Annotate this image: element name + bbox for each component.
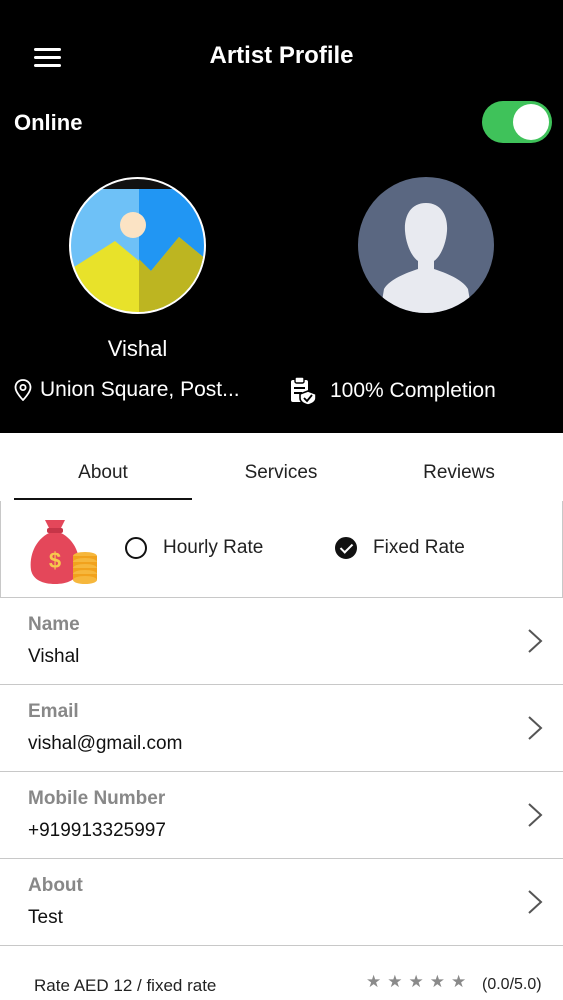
fixed-rate-option[interactable]: Fixed Rate <box>335 537 465 559</box>
active-tab-indicator <box>14 498 192 500</box>
fixed-rate-label: Fixed Rate <box>373 537 465 558</box>
completion-text: 100% Completion <box>330 379 496 402</box>
hourly-rate-label: Hourly Rate <box>163 537 264 558</box>
toggle-knob <box>513 104 549 140</box>
email-label: Email <box>28 701 79 722</box>
rate-footer: Rate AED 12 / fixed rate ★★★★★ (0.0/5.0) <box>0 945 563 1000</box>
svg-text:$: $ <box>49 548 61 573</box>
rate-text: Rate AED 12 / fixed rate <box>34 976 217 995</box>
profile-completion: 100% Completion <box>288 376 496 406</box>
about-value: Test <box>28 907 63 928</box>
image-placeholder-icon <box>71 179 204 312</box>
fixed-rate-radio[interactable] <box>335 537 357 559</box>
tab-reviews[interactable]: Reviews <box>370 433 548 501</box>
user-avatar[interactable] <box>358 177 494 313</box>
location: Union Square, Post... <box>14 378 240 402</box>
online-toggle[interactable] <box>482 101 552 143</box>
chevron-right-icon <box>528 803 543 827</box>
star-rating-icon: ★★★★★ <box>366 972 473 991</box>
money-bag-icon: $ <box>30 520 97 584</box>
artist-name: Vishal <box>107 336 168 361</box>
person-silhouette-icon <box>380 203 472 313</box>
name-label: Name <box>28 614 80 635</box>
location-pin-icon <box>14 379 32 401</box>
mobile-number-field[interactable]: Mobile Number +919913325997 <box>0 771 563 858</box>
hourly-rate-radio[interactable] <box>125 537 147 559</box>
online-status-label: Online <box>14 110 83 135</box>
name-field[interactable]: Name Vishal <box>0 597 563 684</box>
about-label: About <box>28 875 83 896</box>
rating-score: (0.0/5.0) <box>482 976 542 993</box>
chevron-right-icon <box>528 890 543 914</box>
mobile-number-label: Mobile Number <box>28 788 166 809</box>
artist-avatar[interactable] <box>69 177 206 314</box>
email-value: vishal@gmail.com <box>28 733 183 754</box>
location-text: Union Square, Post... <box>40 378 240 401</box>
page-title: Artist Profile <box>209 42 354 69</box>
about-field[interactable]: About Test <box>0 858 563 945</box>
email-field[interactable]: Email vishal@gmail.com <box>0 684 563 771</box>
clipboard-check-icon <box>291 376 317 406</box>
tab-bar: About Services Reviews <box>0 433 563 501</box>
chevron-right-icon <box>528 629 543 653</box>
chevron-right-icon <box>528 716 543 740</box>
mobile-number-value: +919913325997 <box>28 820 166 841</box>
tab-services[interactable]: Services <box>192 433 370 501</box>
profile-header: Artist Profile Online Vishal Union Squar… <box>0 0 563 433</box>
name-value: Vishal <box>28 646 80 667</box>
hourly-rate-option[interactable]: Hourly Rate <box>125 537 263 559</box>
rate-type-section: $ Hourly Rate Fixed Rate <box>0 501 563 598</box>
tab-about[interactable]: About <box>14 433 192 501</box>
